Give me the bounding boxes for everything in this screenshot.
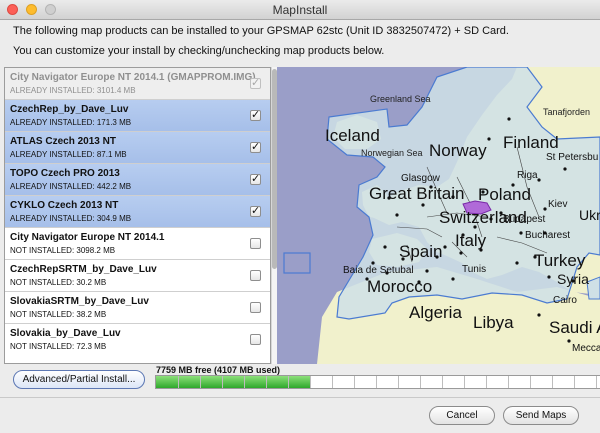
- bar-segment: [596, 376, 597, 388]
- product-name: CzechRep_by_Dave_Luv: [10, 104, 129, 115]
- map-label-poland: Poland: [478, 185, 531, 204]
- product-name: City Navigator Europe NT 2014.1 (GMAPPRO…: [10, 72, 256, 83]
- product-name: ATLAS Czech 2013 NT: [10, 136, 116, 147]
- product-install-status: NOT INSTALLED: 72.3 MB: [10, 342, 107, 351]
- bar-segment: [508, 376, 509, 388]
- product-checkbox[interactable]: ✓: [250, 174, 261, 185]
- map-product-row[interactable]: Slovakia_by_Dave_Luv NOT INSTALLED: 72.3 …: [5, 324, 270, 354]
- bar-segment: [310, 376, 311, 388]
- product-name: CYKLO Czech 2013 NT: [10, 200, 119, 211]
- product-install-status: NOT INSTALLED: 38.2 MB: [10, 310, 107, 319]
- map-product-list[interactable]: City Navigator Europe NT 2014.1 (GMAPPRO…: [4, 67, 271, 364]
- map-label-great-britain: Great Britain: [369, 184, 465, 203]
- product-install-status: NOT INSTALLED: 3098.2 MB: [10, 246, 116, 255]
- map-product-row[interactable]: TOPO Czech PRO 2013 ALREADY INSTALLED: 44…: [5, 164, 270, 196]
- map-label-finland: Finland: [503, 133, 559, 152]
- map-label-baia-de-setubal: Baia de Setubal: [343, 265, 414, 276]
- map-label-morocco: Morocco: [367, 277, 433, 296]
- coverage-map[interactable]: Greenland Sea Tanafjorden Iceland Norweg…: [277, 67, 600, 364]
- storage-usage-bar: [155, 375, 600, 389]
- map-label-spain: Spain: [399, 242, 443, 261]
- map-label-mecca: Mecca: [572, 343, 600, 354]
- bar-segment: [486, 376, 487, 388]
- bar-segment: [178, 376, 179, 388]
- map-label-tunis: Tunis: [462, 264, 487, 275]
- map-label-bucharest: Bucharest: [525, 230, 571, 241]
- footer-divider: [0, 397, 600, 398]
- product-install-status: ALREADY INSTALLED: 3101.4 MB: [10, 86, 136, 95]
- bar-segment: [574, 376, 575, 388]
- map-label-glasgow: Glasgow: [401, 173, 440, 184]
- map-label-saudi-arabia: Saudi Ar: [549, 318, 600, 337]
- storage-free-text: 7759 MB free (4107 MB used): [156, 365, 281, 375]
- product-install-status: ALREADY INSTALLED: 304.9 MB: [10, 214, 132, 223]
- map-label-ukraine: Ukr: [579, 207, 600, 223]
- bar-segment: [332, 376, 333, 388]
- product-checkbox[interactable]: ✓: [250, 206, 261, 217]
- product-checkbox[interactable]: [250, 334, 261, 345]
- bar-segment: [398, 376, 399, 388]
- map-label-italy: Italy: [455, 231, 487, 250]
- map-label-budapest: Budapest: [503, 214, 546, 225]
- bar-segment: [244, 376, 245, 388]
- product-checkbox[interactable]: [250, 238, 261, 249]
- bar-segment: [376, 376, 377, 388]
- map-label-iceland: Iceland: [325, 126, 380, 145]
- bar-segment: [442, 376, 443, 388]
- bar-segment: [200, 376, 201, 388]
- bar-segment: [420, 376, 421, 388]
- map-product-row[interactable]: City Navigator Europe NT 2014.1 NOT INSTA…: [5, 228, 270, 260]
- product-name: Slovakia_by_Dave_Luv: [10, 328, 121, 339]
- product-checkbox[interactable]: ✓: [250, 142, 261, 153]
- product-name: SlovakiaSRTM_by_Dave_Luv: [10, 296, 149, 307]
- product-checkbox[interactable]: [250, 302, 261, 313]
- product-checkbox[interactable]: ✓: [250, 110, 261, 121]
- bar-segment: [222, 376, 223, 388]
- map-product-row[interactable]: ATLAS Czech 2013 NT ALREADY INSTALLED: 87…: [5, 132, 270, 164]
- product-name: CzechRepSRTM_by_Dave_Luv: [10, 264, 157, 275]
- map-label-syria: Syria: [557, 271, 589, 287]
- map-label-norwegian-sea: Norwegian Sea: [361, 148, 423, 158]
- window-title: MapInstall: [272, 3, 328, 17]
- map-product-row[interactable]: CzechRepSRTM_by_Dave_Luv NOT INSTALLED: 3…: [5, 260, 270, 292]
- map-product-row[interactable]: City Navigator Europe NT 2014.1 (GMAPPRO…: [5, 68, 270, 100]
- product-checkbox[interactable]: [250, 270, 261, 281]
- product-name: City Navigator Europe NT 2014.1: [10, 232, 165, 243]
- map-label-algeria: Algeria: [409, 303, 462, 322]
- map-label-st-petersburg: St Petersbu: [546, 152, 599, 163]
- map-product-row[interactable]: CYKLO Czech 2013 NT ALREADY INSTALLED: 30…: [5, 196, 270, 228]
- product-install-status: ALREADY INSTALLED: 442.2 MB: [10, 182, 132, 191]
- device-message: The following map products can be instal…: [13, 25, 509, 37]
- bar-segment: [530, 376, 531, 388]
- product-name: TOPO Czech PRO 2013: [10, 168, 120, 179]
- map-label-turkey: Turkey: [534, 251, 586, 270]
- send-maps-button[interactable]: Send Maps: [503, 406, 579, 425]
- product-install-status: NOT INSTALLED: 30.2 MB: [10, 278, 107, 287]
- product-install-status: ALREADY INSTALLED: 171.3 MB: [10, 118, 132, 127]
- map-label-cairo: Cairo: [553, 295, 577, 306]
- map-product-row[interactable]: CzechRep_by_Dave_Luv ALREADY INSTALLED: 1…: [5, 100, 270, 132]
- map-product-row[interactable]: SlovakiaSRTM_by_Dave_Luv NOT INSTALLED: 3…: [5, 292, 270, 324]
- map-label-tanafjorden: Tanafjorden: [543, 107, 591, 117]
- advanced-install-button[interactable]: Advanced/Partial Install...: [13, 370, 145, 389]
- bar-segment: [288, 376, 289, 388]
- map-label-riga: Riga: [517, 170, 538, 181]
- map-label-norway: Norway: [429, 141, 487, 160]
- bar-segment: [266, 376, 267, 388]
- bar-segment: [464, 376, 465, 388]
- bar-segment: [354, 376, 355, 388]
- cancel-button[interactable]: Cancel: [429, 406, 495, 425]
- product-checkbox: ✓: [250, 77, 261, 89]
- map-label-libya: Libya: [473, 313, 514, 332]
- customize-message: You can customize your install by checki…: [13, 45, 385, 57]
- bar-segment: [552, 376, 553, 388]
- map-label-greenland-sea: Greenland Sea: [370, 94, 431, 104]
- map-label-kiev: Kiev: [548, 199, 568, 210]
- title-bar: MapInstall: [0, 0, 600, 20]
- product-install-status: ALREADY INSTALLED: 87.1 MB: [10, 150, 127, 159]
